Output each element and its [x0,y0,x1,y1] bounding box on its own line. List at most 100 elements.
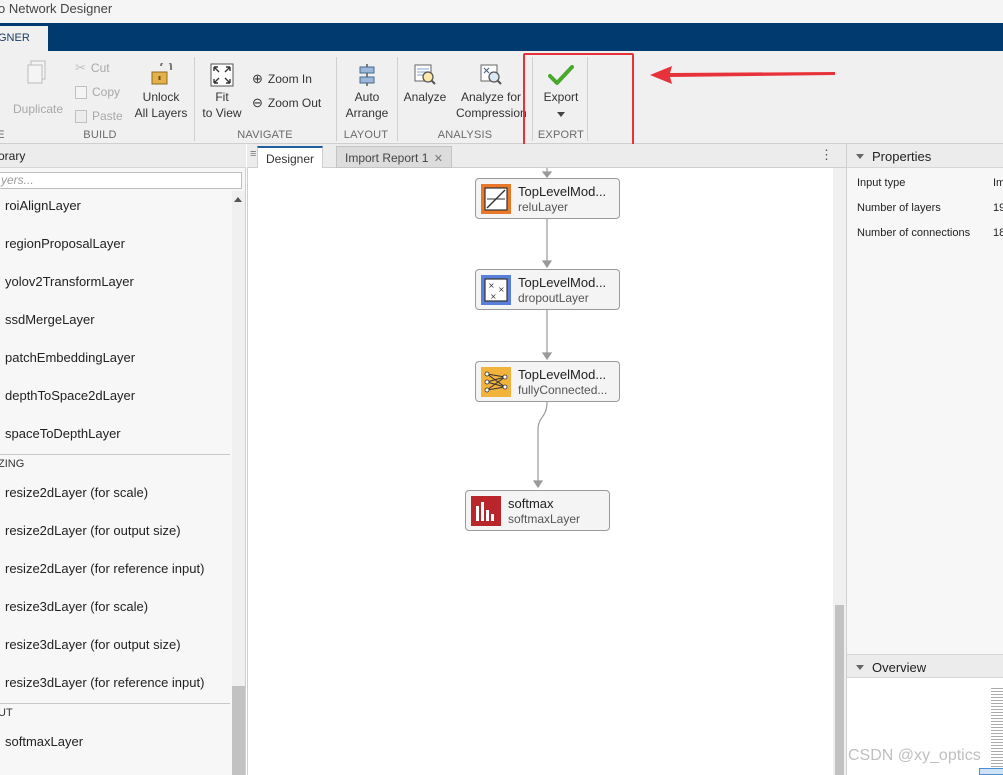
library-item[interactable]: resize3dLayer (for output size) [5,637,181,652]
library-item[interactable]: patchEmbeddingLayer [5,350,135,365]
section-label-layout: LAYOUT [343,129,389,141]
library-item[interactable]: spaceToDepthLayer [5,426,121,441]
connection-arrowhead [532,480,544,489]
zoom-in-button[interactable]: ⊕ Zoom In [252,70,312,88]
library-title: orary [0,149,26,163]
node-name: TopLevelMod... [518,275,607,290]
node-type: reluLayer [518,200,569,214]
category-divider [0,454,230,455]
layer-node-fully-connected[interactable]: TopLevelMod... fullyConnected... [475,361,620,402]
connections [532,168,553,489]
duplicate-button[interactable]: Duplicate [10,59,66,116]
separator [194,57,195,141]
section-label-analysis: ANALYSIS [437,129,493,141]
library-item[interactable]: yolov2TransformLayer [5,274,134,289]
section-label-build: BUILD [83,129,117,141]
minimap-viewport[interactable] [979,768,1003,775]
analyze-button[interactable]: Analyze [401,63,449,105]
collapse-triangle-icon[interactable] [856,154,864,159]
canvas-scrollbar[interactable] [833,168,846,775]
section-label-partial: E [0,129,5,141]
tab-designer-canvas[interactable]: Designer [257,146,324,169]
analyze-icon [414,64,436,85]
library-item[interactable]: resize3dLayer (for scale) [5,599,148,614]
properties-header[interactable]: Properties [847,144,1003,168]
node-type: softmaxLayer [508,512,581,526]
scrollbar-thumb[interactable] [232,686,245,775]
duplicate-icon [27,60,46,84]
category-header-output[interactable]: UT [0,707,13,719]
more-options-icon[interactable]: ⋮ [820,147,833,163]
fit-label-line1: Fit [215,90,229,104]
auto-label-line1: Auto [354,90,380,104]
properties-title: Properties [872,149,932,164]
padlock-icon [151,63,172,85]
svg-text:×: × [490,292,497,301]
library-search-input[interactable]: yers... [0,172,242,189]
toolstrip: Duplicate ✂ Cut Copy Paste Unlock All La… [0,51,1003,144]
library-item[interactable]: resize2dLayer (for output size) [5,523,181,538]
scrollbar-thumb[interactable] [835,605,844,775]
tab-designer[interactable]: GNER [0,26,48,51]
library-item[interactable]: regionProposalLayer [5,236,125,251]
library-item[interactable]: softmaxLayer [5,734,83,749]
unlock-label-line1: Unlock [142,90,180,104]
paste-icon [75,109,87,123]
relu-layer-icon [481,184,511,214]
connection-line [537,401,548,482]
tab-import-report-label: Import Report 1 [345,151,429,165]
zoom-in-icon: ⊕ [252,71,263,86]
paste-button[interactable]: Paste [75,107,123,125]
layer-node-relu[interactable]: TopLevelMod... reluLayer [475,178,620,219]
unlock-all-layers-button[interactable]: Unlock All Layers [132,63,190,121]
library-scrollbar[interactable] [232,191,245,775]
analyze-for-label-line2: Compression [456,106,527,120]
auto-arrange-button[interactable]: Auto Arrange [342,63,392,121]
overview-title: Overview [872,660,927,675]
library-item[interactable]: depthToSpace2dLayer [5,388,135,403]
property-value: Im [993,177,1003,189]
category-divider [0,703,230,704]
layer-node-dropout[interactable]: × × × TopLevelMod... dropoutLayer [475,269,620,310]
dropout-layer-icon: × × × [481,275,511,305]
library-item[interactable]: resize2dLayer (for scale) [5,485,148,500]
fit-label-line2: to View [202,106,242,120]
app-tab-strip: GNER [0,23,1003,51]
paste-label: Paste [92,109,123,123]
property-value: 19 [993,202,1003,214]
svg-text:×: × [488,281,495,290]
fit-to-view-button[interactable]: Fit to View [200,63,244,121]
overview-header[interactable]: Overview [847,654,1003,678]
property-label: Number of connections [857,227,971,239]
duplicate-label: Duplicate [12,102,64,116]
category-header-resizing[interactable]: ZING [0,458,24,470]
fit-to-view-icon [210,63,234,87]
collapse-triangle-icon[interactable] [856,665,864,670]
analyze-for-label-line1: Analyze for [460,90,522,104]
network-canvas[interactable]: TopLevelMod... reluLayer × × × TopLevelM… [247,168,835,775]
analyze-for-compression-button[interactable]: Analyze for Compression [456,63,527,121]
close-icon[interactable]: ✕ [434,153,443,165]
zoom-in-label: Zoom In [267,72,312,86]
library-item[interactable]: resize3dLayer (for reference input) [5,675,204,690]
layer-library-panel: orary yers... roiAlignLayer regionPropos… [0,144,246,775]
property-value: 18 [993,227,1003,239]
tab-import-report[interactable]: Import Report 1 ✕ [336,146,452,168]
copy-button[interactable]: Copy [75,83,120,101]
property-row: Number of layers 19 [857,202,1003,214]
scroll-up-icon[interactable] [234,197,242,202]
library-item[interactable]: resize2dLayer (for reference input) [5,561,204,576]
library-item[interactable]: roiAlignLayer [5,198,81,213]
node-name: TopLevelMod... [518,367,607,382]
cut-button[interactable]: ✂ Cut [75,59,110,77]
svg-text:×: × [498,285,505,294]
zoom-out-button[interactable]: ⊖ Zoom Out [252,94,321,112]
minimap-graph [991,688,1003,775]
layer-node-softmax[interactable]: softmax softmaxLayer [465,490,610,531]
library-item[interactable]: ssdMergeLayer [5,312,95,327]
node-name: TopLevelMod... [518,184,607,199]
fully-connected-layer-icon [481,367,511,397]
connection-arrowhead [541,171,553,178]
separator [397,57,398,141]
properties-panel: Properties Input type Im Number of layer… [846,144,1003,775]
